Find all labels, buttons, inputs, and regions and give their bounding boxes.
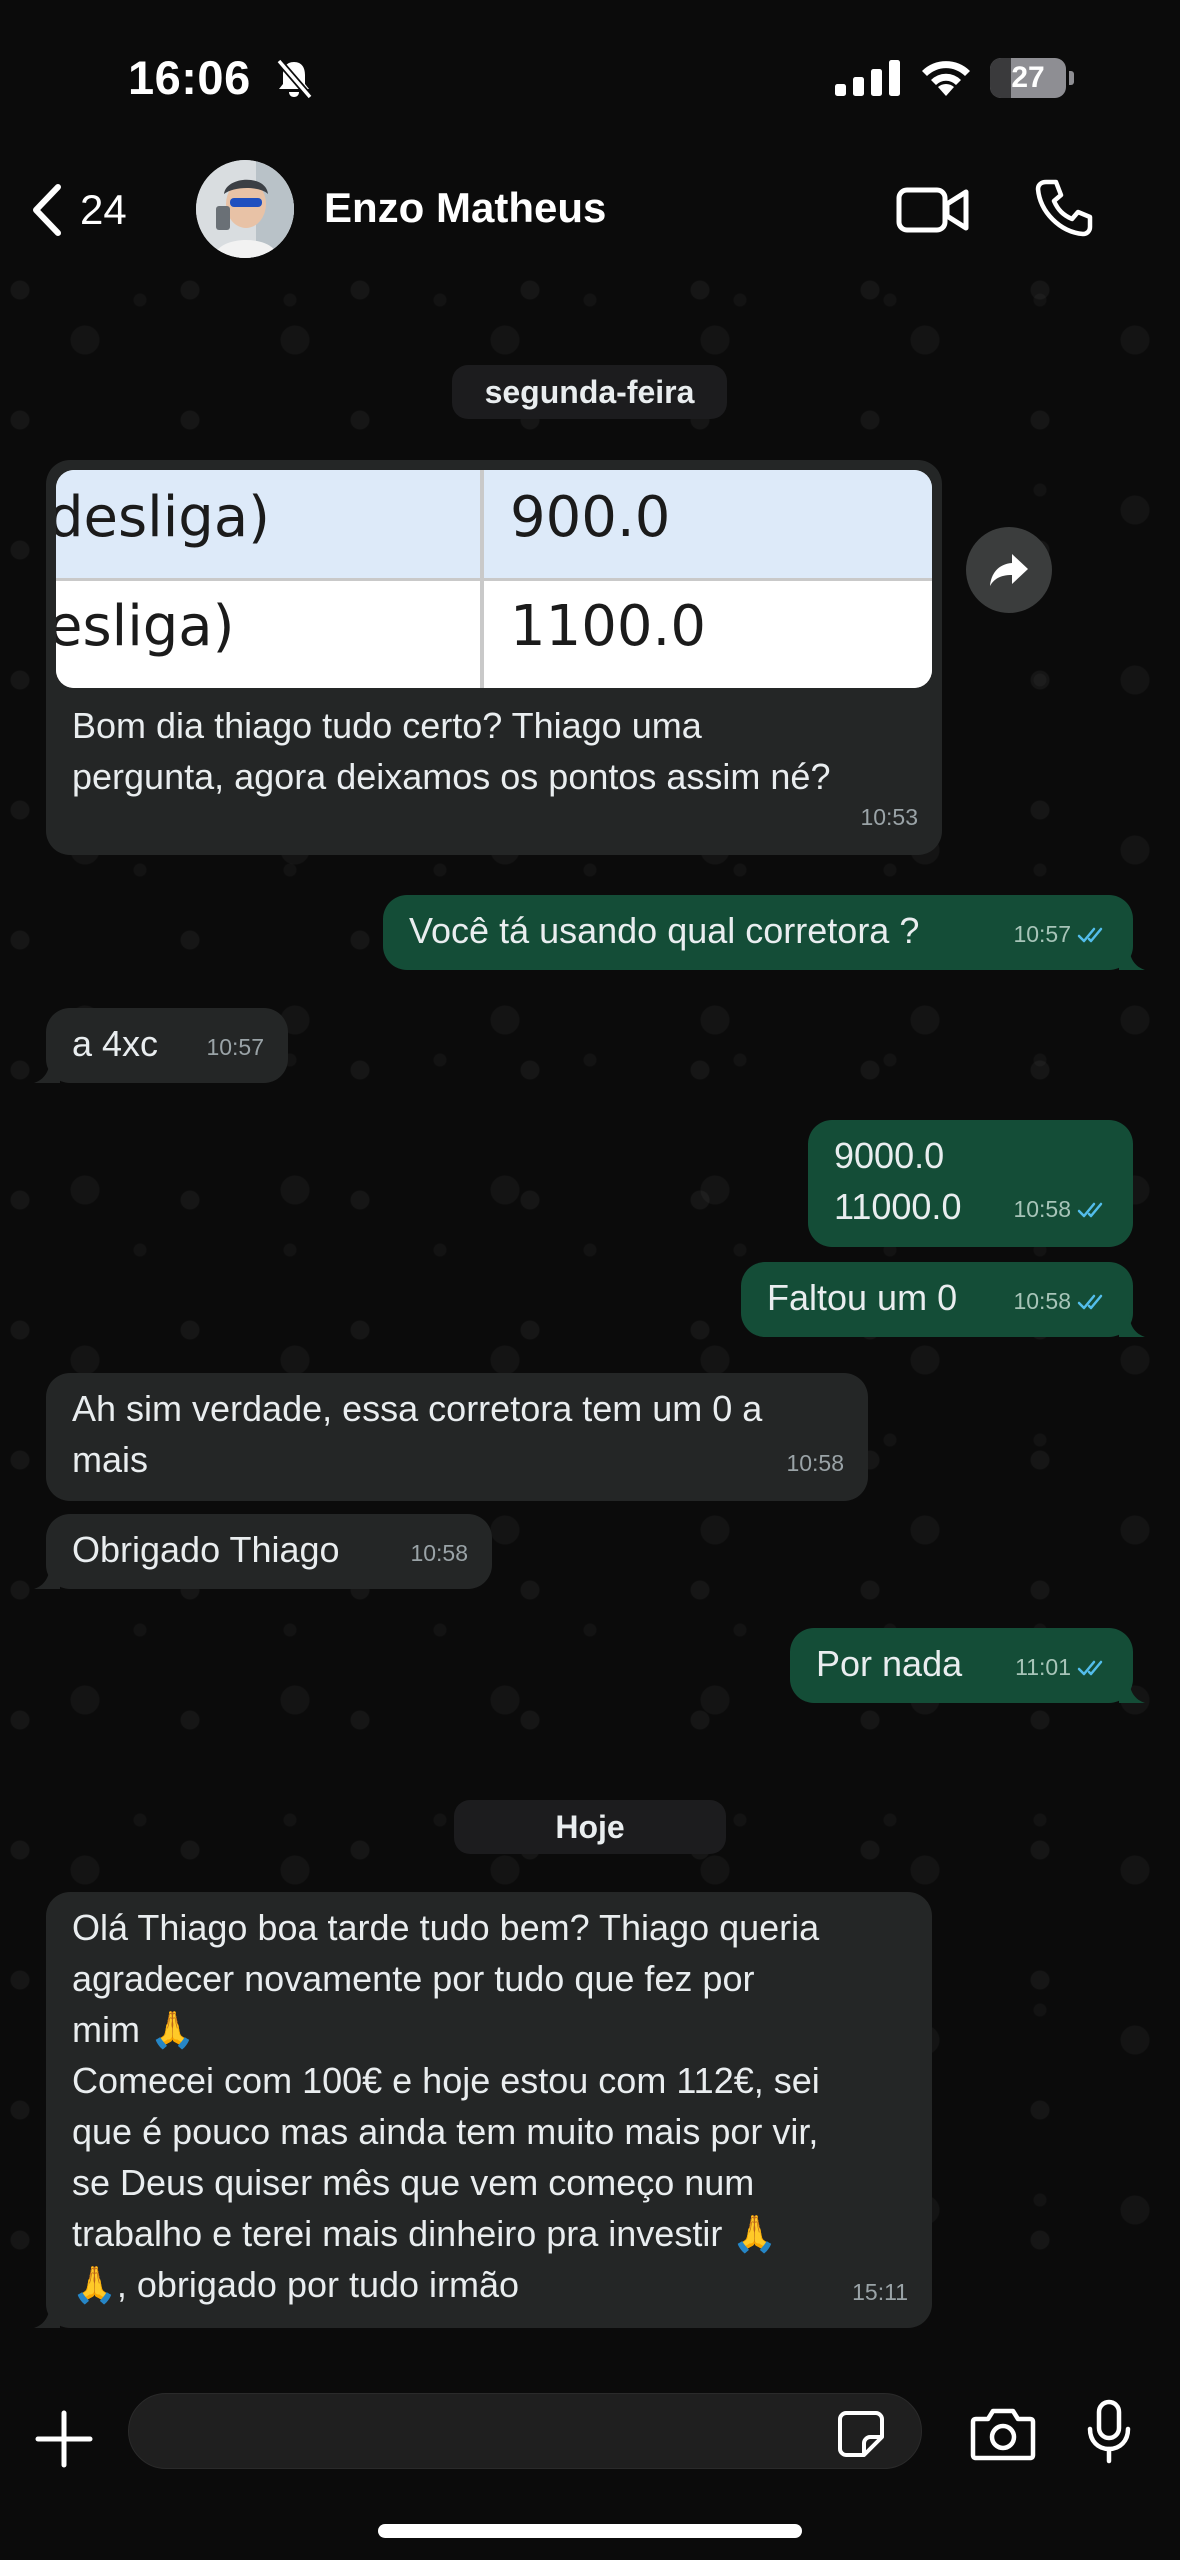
table-cell: esliga) — [56, 594, 235, 659]
message-input[interactable] — [128, 2393, 922, 2469]
message-text: Obrigado Thiago — [72, 1529, 340, 1570]
message-time: 10:57 — [1013, 921, 1071, 947]
message-bubble-incoming[interactable]: a 4xc 10:57 — [34, 1008, 288, 1083]
message-time: 10:58 — [786, 1450, 844, 1476]
back-button[interactable]: 24 — [30, 180, 127, 240]
plus-icon[interactable] — [34, 2409, 94, 2469]
home-indicator — [378, 2524, 802, 2538]
back-chevron-icon — [33, 184, 61, 236]
message-text: Ah sim verdade, essa corretora tem um 0 … — [72, 1388, 763, 1480]
date-separator: segunda-feira — [452, 365, 727, 419]
message-time: 10:57 — [206, 1034, 264, 1060]
unread-count: 24 — [80, 186, 127, 233]
message-bubble-incoming[interactable]: Obrigado Thiago 10:58 — [34, 1514, 492, 1589]
table-row: esliga) 1100.0 — [56, 579, 932, 688]
message-text: Olá Thiago boa tarde tudo bem? Thiago qu… — [72, 1907, 820, 2305]
image-attachment[interactable]: desliga) 900.0 esliga) 1100.0 — [56, 470, 932, 688]
double-check-icon — [1077, 1202, 1103, 1217]
contact-name[interactable]: Enzo Matheus — [324, 184, 606, 232]
message-time: 10:58 — [1013, 1288, 1071, 1314]
table-cell: 1100.0 — [510, 594, 706, 659]
message-time: 10:58 — [1013, 1196, 1071, 1222]
message-bubble-outgoing[interactable]: Por nada 11:01 — [790, 1628, 1145, 1703]
message-bubble-outgoing[interactable]: 9000.0 11000.0 10:58 — [808, 1120, 1133, 1247]
table-row: desliga) 900.0 — [56, 470, 932, 579]
message-bubble-outgoing[interactable]: Faltou um 0 10:58 — [741, 1262, 1145, 1337]
video-call-button[interactable] — [896, 182, 970, 238]
message-text: Você tá usando qual corretora ? — [409, 910, 920, 951]
camera-icon[interactable] — [970, 2407, 1036, 2461]
message-bubble-incoming[interactable]: Ah sim verdade, essa corretora tem um 0 … — [46, 1373, 868, 1501]
message-time: 10:58 — [410, 1540, 468, 1566]
bell-slash-icon — [276, 58, 313, 100]
sticker-icon[interactable] — [836, 2409, 886, 2459]
message-text: Por nada — [816, 1643, 963, 1684]
message-text: Faltou um 0 — [767, 1277, 958, 1318]
message-time: 10:53 — [860, 804, 918, 830]
status-time: 16:06 — [128, 51, 251, 104]
status-bar: 16:06 27 — [0, 0, 1180, 150]
date-separator: Hoje — [454, 1800, 726, 1854]
message-bubble-outgoing[interactable]: Você tá usando qual corretora ? 10:57 — [383, 895, 1145, 970]
message-text: 9000.0 11000.0 — [834, 1135, 962, 1227]
battery-icon: 27 — [990, 58, 1074, 98]
battery-percentage: 27 — [1011, 61, 1045, 94]
wifi-icon — [922, 61, 970, 96]
message-bubble-incoming[interactable]: Olá Thiago boa tarde tudo bem? Thiago qu… — [34, 1892, 932, 2328]
table-cell: 900.0 — [510, 485, 671, 550]
microphone-icon[interactable] — [1086, 2399, 1132, 2465]
message-text: a 4xc — [72, 1023, 159, 1064]
double-check-icon — [1077, 1294, 1103, 1309]
message-bubble-incoming[interactable]: desliga) 900.0 esliga) 1100.0 Bom dia th… — [46, 460, 942, 855]
signal-icon — [835, 60, 900, 96]
phone-icon[interactable] — [1032, 176, 1096, 240]
double-check-icon — [1077, 1660, 1103, 1675]
message-time: 11:01 — [1015, 1654, 1071, 1680]
message-composer — [0, 2355, 1180, 2560]
message-text: Bom dia thiago tudo certo? Thiago uma pe… — [72, 705, 831, 797]
chat-header: 24 Enzo Matheus — [0, 150, 1180, 270]
avatar[interactable] — [196, 160, 294, 258]
message-time: 15:11 — [852, 2279, 908, 2305]
forward-button[interactable] — [966, 527, 1052, 613]
forward-icon — [990, 554, 1028, 586]
double-check-icon — [1077, 927, 1103, 942]
table-cell: desliga) — [56, 485, 271, 550]
